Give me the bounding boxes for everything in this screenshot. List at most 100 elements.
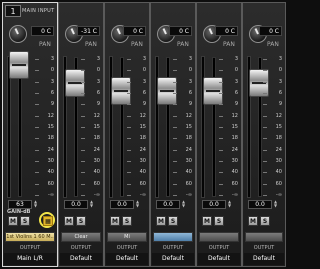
channel-name-field[interactable] xyxy=(245,232,283,242)
tick-mark xyxy=(35,93,39,94)
link-icon[interactable]: ▦ xyxy=(43,216,53,226)
pan-label: PAN xyxy=(223,41,235,48)
pan-value[interactable]: 0 C xyxy=(169,26,192,36)
pan-value[interactable]: 0 C xyxy=(215,26,238,36)
channel-name-field[interactable] xyxy=(199,232,239,242)
scale-tick-label: 3 xyxy=(278,78,282,85)
gain-value[interactable]: 63 xyxy=(8,200,32,209)
tick-mark xyxy=(81,149,85,151)
tick-mark xyxy=(263,104,267,106)
scale-tick-label: 60 xyxy=(275,180,282,187)
gain-spinner-icon[interactable]: ▲ ▼ xyxy=(181,200,186,209)
solo-button[interactable]: S xyxy=(260,216,270,226)
solo-button[interactable]: S xyxy=(76,216,86,226)
tick-mark xyxy=(173,183,177,185)
tick-mark xyxy=(219,59,223,60)
scale-tick-label: -∞ xyxy=(276,192,282,198)
output-selector[interactable]: Default xyxy=(60,253,102,265)
scale-tick-label: 15 xyxy=(47,124,54,130)
scale-tick-label: 15 xyxy=(275,124,282,130)
gain-spinner-icon[interactable]: ▲ ▼ xyxy=(227,200,232,209)
gain-spinner-icon[interactable]: ▲ ▼ xyxy=(33,200,38,209)
channel-name-field[interactable]: Clear xyxy=(61,232,101,242)
scale-tick-label: 3 xyxy=(278,56,282,62)
pan-value[interactable]: 0 C xyxy=(123,26,146,36)
gain-value[interactable]: 0.0 xyxy=(202,200,226,209)
input-number[interactable]: 1 xyxy=(5,5,21,17)
scale-tick-label: 0 xyxy=(50,67,54,74)
channel-name-field[interactable] xyxy=(153,232,193,242)
pan-value[interactable]: 0 C xyxy=(259,26,282,36)
pan-value[interactable]: 0 C xyxy=(31,26,54,36)
tick-mark xyxy=(127,183,131,185)
scale-tick-label: 18 xyxy=(47,135,54,142)
scale-tick-label: 15 xyxy=(231,124,238,130)
scale-tick-label: -∞ xyxy=(48,192,54,198)
channel-name-field[interactable]: Mi xyxy=(107,232,147,242)
tick-mark xyxy=(35,81,39,83)
gain-value[interactable]: 0.0 xyxy=(110,200,134,209)
tick-mark xyxy=(263,70,267,72)
tick-mark xyxy=(81,183,85,185)
db-scale: 3 0 3 6 9 12 15 18 24 30 40 60 -∞ xyxy=(263,56,285,198)
tick-mark xyxy=(35,70,39,72)
mute-button[interactable]: M xyxy=(64,216,74,226)
scale-tick-label: 9 xyxy=(234,101,238,108)
output-selector[interactable]: Default xyxy=(198,253,240,265)
output-selector[interactable]: Default xyxy=(106,253,148,265)
tick-mark xyxy=(173,115,177,117)
gain-spinner-icon[interactable]: ▲ ▼ xyxy=(89,200,94,209)
mute-button[interactable]: M xyxy=(8,216,18,226)
scale-tick-label: 6 xyxy=(50,90,54,96)
scale-tick-label: 18 xyxy=(275,135,282,142)
mixer-window: 1 MAIN INPUT 0 C PAN 3 0 3 6 9 12 15 18 24 30 40 60 -∞ 63… xyxy=(0,0,288,269)
gain-label: GAIN-dB xyxy=(7,209,31,215)
mute-button[interactable]: M xyxy=(156,216,166,226)
solo-button[interactable]: S xyxy=(122,216,132,226)
output-selector[interactable]: Main L/R xyxy=(4,253,56,265)
mute-button[interactable]: M xyxy=(202,216,212,226)
pan-label: PAN xyxy=(267,41,279,48)
pan-value[interactable]: -31 C xyxy=(77,26,100,36)
tick-mark xyxy=(81,172,85,174)
mute-button[interactable]: M xyxy=(248,216,258,226)
scale-tick-label: -∞ xyxy=(186,192,192,198)
gain-value[interactable]: 0.0 xyxy=(248,200,272,209)
mute-button[interactable]: M xyxy=(110,216,120,226)
channel-strip-1: -31 C PAN 3 0 3 6 9 12 15 18 24 30 40 60 -∞ 0.0 ▲ ▼ M S Clea… xyxy=(58,2,104,267)
pan-label: PAN xyxy=(39,41,51,48)
scale-tick-label: 0 xyxy=(234,67,238,74)
scale-tick-label: 0 xyxy=(188,67,192,74)
input-selector[interactable]: 1 MAIN INPUT xyxy=(5,5,55,17)
scale-tick-label: 30 xyxy=(93,158,100,164)
scale-tick-label: 6 xyxy=(96,90,100,96)
output-label: OUTPUT xyxy=(208,245,230,251)
output-selector[interactable]: Default xyxy=(244,253,284,265)
volume-fader[interactable] xyxy=(9,51,29,79)
solo-button[interactable]: S xyxy=(20,216,30,226)
db-scale: 3 0 3 6 9 12 15 18 24 30 40 60 -∞ xyxy=(35,56,57,198)
gain-value[interactable]: 0.0 xyxy=(156,200,180,209)
tick-mark xyxy=(263,81,267,83)
gain-spinner-icon[interactable]: ▲ ▼ xyxy=(273,200,278,209)
scale-tick-label: 15 xyxy=(93,124,100,130)
output-selector[interactable]: Default xyxy=(152,253,194,265)
scale-tick-label: 6 xyxy=(278,90,282,96)
tick-mark xyxy=(127,81,131,83)
channel-name-field[interactable]: 1st Violins 1 60 M.. xyxy=(5,232,55,242)
scale-tick-label: 3 xyxy=(234,56,238,62)
solo-button[interactable]: S xyxy=(214,216,224,226)
scale-tick-label: 40 xyxy=(139,169,146,176)
pan-knob-icon[interactable] xyxy=(9,25,27,43)
scale-tick-label: 24 xyxy=(139,146,146,153)
scale-tick-label: 40 xyxy=(275,169,282,176)
tick-mark xyxy=(35,195,39,196)
gain-spinner-icon[interactable]: ▲ ▼ xyxy=(135,200,140,209)
tick-mark xyxy=(127,70,131,72)
scale-tick-label: 24 xyxy=(93,146,100,153)
pan-label: PAN xyxy=(131,41,143,48)
tick-mark xyxy=(127,104,131,106)
tick-mark xyxy=(173,93,177,94)
gain-value[interactable]: 0.0 xyxy=(64,200,88,209)
solo-button[interactable]: S xyxy=(168,216,178,226)
